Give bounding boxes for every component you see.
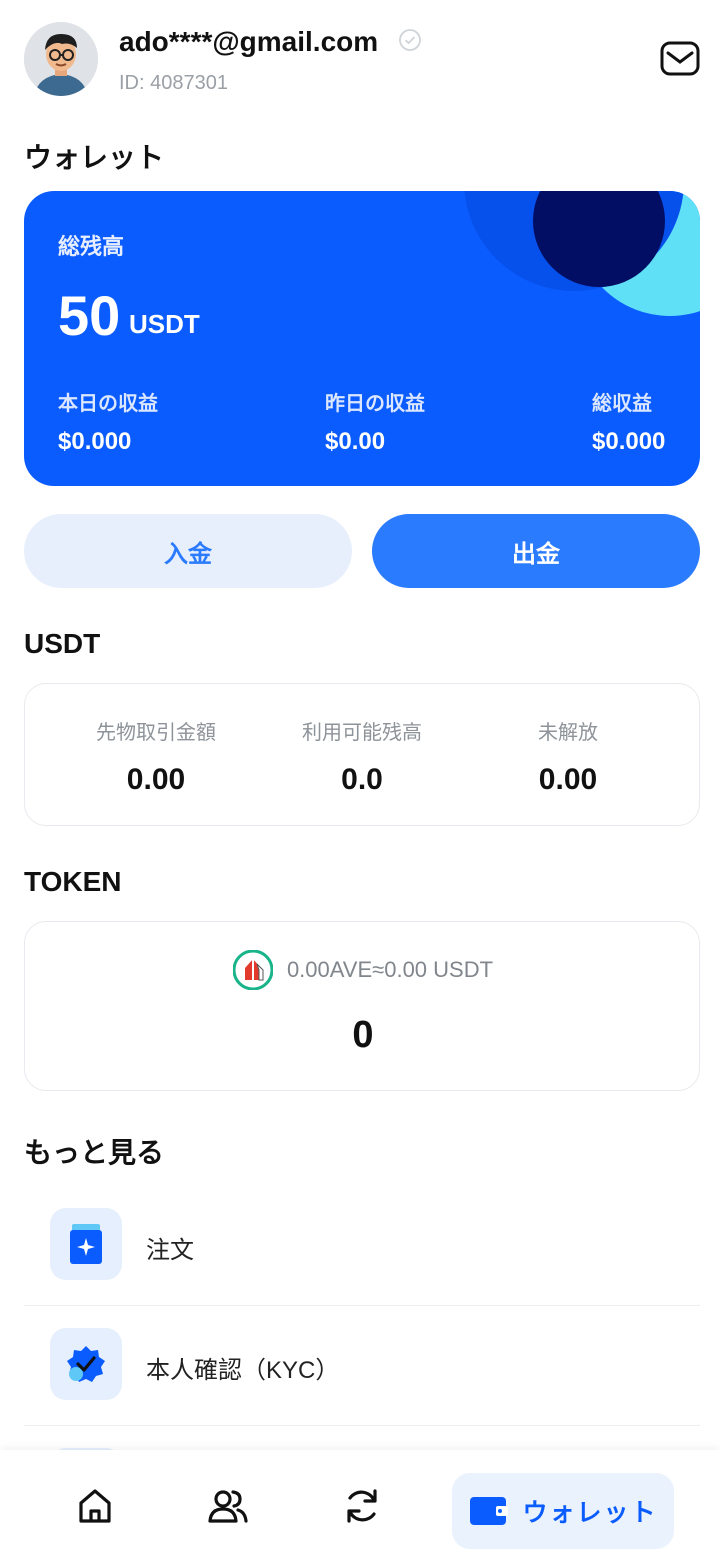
refresh-icon [347,1489,377,1523]
tab-team[interactable] [198,1474,258,1538]
user-email: ado****@gmail.com [119,26,379,57]
kyc-badge-icon [67,1346,105,1382]
wallet-icon [470,1497,509,1525]
tab-home[interactable] [65,1474,125,1538]
avatar[interactable] [24,22,98,96]
menu-item-orders[interactable]: 注文 [24,1186,700,1306]
total-earnings: 総収益 $0.000 [592,387,665,456]
kyc-icon-wrap [50,1328,122,1400]
total-balance-unit: USDT [129,309,200,339]
more-section-title: もっと見る [24,1137,165,1168]
token-conversion-row: 0.00AVE≈0.00 USDT [25,950,701,990]
token-value: 0 [352,1014,374,1056]
locked-balance-value: 0.00 [538,763,598,796]
futures-amount-value: 0.00 [126,763,186,796]
deposit-button[interactable]: 入金 [24,514,352,588]
bottom-tab-bar: ウォレット [0,1450,720,1561]
verified-badge-icon [399,29,421,51]
total-balance-label: 総残高 [58,234,125,259]
today-earnings: 本日の収益 $0.000 [58,387,158,456]
today-earnings-label: 本日の収益 [58,393,158,415]
orders-icon-wrap [50,1208,122,1280]
wallet-section-title: ウォレット [24,142,165,173]
menu-item-orders-label: 注文 [146,1237,194,1264]
yesterday-earnings-value: $0.00 [325,428,386,455]
ave-token-icon [232,950,273,990]
yesterday-earnings-label: 昨日の収益 [325,393,425,415]
usdt-section-title: USDT [24,628,101,659]
total-earnings-value: $0.000 [592,428,666,455]
available-balance-value: 0.0 [341,763,383,796]
profile-header: ado****@gmail.com ID: 4087301 [24,22,700,96]
total-earnings-label: 総収益 [592,393,652,415]
mail-button[interactable] [660,40,700,78]
balance-card: 総残高 50 USDT 本日の収益 $0.000 昨日の収益 $0.00 総収益… [24,191,700,486]
usdt-card: 先物取引金額 0.00 利用可能残高 0.0 未解放 0.00 [24,683,700,826]
avatar-illustration-icon [24,22,98,96]
tab-wallet-label: ウォレット [522,1499,658,1527]
locked-balance-label: 未解放 [538,722,598,744]
available-balance: 利用可能残高 0.0 [252,716,472,797]
token-card: 0.00AVE≈0.00 USDT 0 [24,921,700,1091]
token-section-title: TOKEN [24,866,122,897]
menu-item-kyc-label: 本人確認（KYC） [146,1357,340,1384]
total-balance-amount: 50 [58,284,121,347]
locked-balance: 未解放 0.00 [458,716,678,797]
orders-icon [70,1224,102,1264]
tab-wallet[interactable]: ウォレット [452,1473,674,1549]
menu-item-kyc[interactable]: 本人確認（KYC） [24,1306,700,1426]
token-conversion-text: 0.00AVE≈0.00 USDT [286,957,494,982]
user-id: ID: 4087301 [119,72,228,94]
futures-amount: 先物取引金額 0.00 [46,716,266,797]
tab-exchange[interactable] [332,1474,392,1538]
withdraw-button[interactable]: 出金 [372,514,700,588]
futures-amount-label: 先物取引金額 [96,722,216,744]
yesterday-earnings: 昨日の収益 $0.00 [325,387,425,456]
users-icon [208,1490,248,1523]
home-icon [79,1489,111,1523]
available-balance-label: 利用可能残高 [302,722,422,744]
today-earnings-value: $0.000 [58,428,132,455]
mail-icon [660,41,700,76]
